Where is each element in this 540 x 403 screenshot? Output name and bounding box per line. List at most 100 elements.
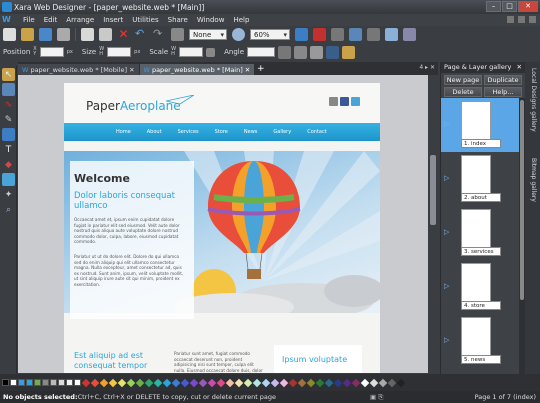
color-swatch[interactable] (189, 378, 199, 387)
color-swatch[interactable] (297, 378, 307, 387)
x-field[interactable] (39, 47, 64, 57)
page-item[interactable]: ▷ 1. index (441, 98, 519, 152)
delete-icon[interactable]: ✕ (117, 28, 130, 41)
publish-icon[interactable] (403, 28, 416, 41)
color-swatch[interactable] (81, 378, 91, 387)
pen-icon[interactable]: ✎ (2, 113, 15, 126)
nav-home[interactable]: Home (116, 129, 131, 135)
flip-icon[interactable] (294, 45, 308, 59)
menu-utilities[interactable]: Utilities (132, 16, 158, 24)
page-item[interactable]: ▷ 2. about (441, 152, 519, 206)
minimize-button[interactable]: – (486, 1, 501, 12)
color-swatch[interactable] (360, 378, 370, 387)
color-swatch[interactable] (58, 379, 65, 386)
color-swatch[interactable] (135, 378, 145, 387)
color-swatch[interactable] (306, 378, 316, 387)
page-thumbnail[interactable] (461, 317, 491, 357)
color-swatch[interactable] (270, 378, 280, 387)
color-swatch[interactable] (351, 378, 361, 387)
undo-icon[interactable]: ↶ (135, 28, 148, 41)
zoom-to-page-icon[interactable] (295, 28, 308, 41)
page-item[interactable]: ▷ 5. news (441, 314, 519, 368)
canvas-scroll-thumb[interactable] (430, 155, 436, 225)
web-properties-icon[interactable] (349, 28, 362, 41)
color-swatch[interactable] (369, 378, 379, 387)
color-swatch[interactable] (342, 378, 352, 387)
twitter-icon[interactable] (351, 97, 360, 106)
color-swatch[interactable] (396, 378, 406, 387)
scale-field[interactable] (179, 47, 204, 57)
doc-restore-icon[interactable] (518, 16, 525, 23)
local-designs-tab[interactable]: Local Designs gallery (528, 68, 537, 132)
duplicate-button[interactable]: Duplicate (484, 75, 522, 85)
facebook-icon[interactable] (340, 97, 349, 106)
copy-icon[interactable] (81, 28, 94, 41)
nav-services[interactable]: Services (178, 129, 199, 135)
color-swatch[interactable] (162, 378, 172, 387)
color-swatch[interactable] (99, 378, 109, 387)
color-swatch[interactable] (279, 378, 289, 387)
doc-close-icon[interactable] (529, 16, 536, 23)
color-swatch[interactable] (153, 378, 163, 387)
color-swatch[interactable] (333, 378, 343, 387)
new-document-icon[interactable] (3, 28, 16, 41)
page-thumbnail[interactable] (461, 263, 491, 303)
nav-store[interactable]: Store (215, 129, 228, 135)
menu-help[interactable]: Help (233, 16, 249, 24)
transparency-icon[interactable] (2, 173, 15, 186)
rotate-icon[interactable] (278, 45, 292, 59)
doc-minimize-icon[interactable] (507, 16, 514, 23)
import-icon[interactable] (57, 28, 70, 41)
angle-field[interactable] (247, 47, 276, 57)
page-thumbnail[interactable] (461, 209, 491, 249)
color-swatch[interactable] (252, 378, 262, 387)
open-folder-icon[interactable] (21, 28, 34, 41)
color-swatch[interactable] (198, 378, 208, 387)
delete-button[interactable]: Delete (444, 87, 482, 97)
color-swatch[interactable] (126, 378, 136, 387)
text-icon[interactable]: T (2, 143, 15, 156)
pencil-icon[interactable] (342, 45, 356, 59)
menu-window[interactable]: Window (197, 16, 225, 24)
color-swatch[interactable] (216, 378, 226, 387)
color-swatch[interactable] (387, 378, 397, 387)
expand-arrow-icon[interactable]: ▷ (444, 282, 449, 290)
nav-about[interactable]: About (147, 129, 162, 135)
tab-main-close-icon[interactable]: ✕ (245, 66, 250, 74)
bitmap-gallery-tab[interactable]: Bitmap gallery (528, 158, 537, 202)
quality-dropdown[interactable]: None (189, 29, 227, 41)
app-menu-icon[interactable]: W (2, 15, 14, 25)
color-swatch[interactable] (18, 379, 25, 386)
color-swatch[interactable] (117, 378, 127, 387)
page-item[interactable]: ▷ 4. store (441, 260, 519, 314)
color-swatch[interactable] (108, 378, 118, 387)
lock-aspect-icon[interactable] (206, 47, 216, 57)
color-swatch[interactable] (234, 378, 244, 387)
menu-arrange[interactable]: Arrange (66, 16, 94, 24)
color-swatch[interactable] (243, 378, 253, 387)
rectangle-icon[interactable] (2, 128, 15, 141)
shadow-icon[interactable]: ✦ (2, 188, 15, 201)
tab-mobile-close-icon[interactable]: ✕ (129, 66, 134, 74)
color-swatch[interactable] (10, 379, 17, 386)
save-icon[interactable] (39, 28, 52, 41)
nav-contact[interactable]: Contact (307, 129, 326, 135)
menu-insert[interactable]: Insert (103, 16, 123, 24)
paste-icon[interactable] (99, 28, 112, 41)
redo-icon[interactable]: ↷ (153, 28, 166, 41)
color-swatch[interactable] (144, 378, 154, 387)
add-tab-button[interactable]: + (255, 64, 266, 75)
selector-icon[interactable]: ↖ (2, 68, 15, 81)
color-swatch[interactable] (288, 378, 298, 387)
expand-arrow-icon[interactable]: ▷ (444, 120, 449, 128)
color-swatch[interactable] (315, 378, 325, 387)
tab-mobile[interactable]: Wpaper_website.web * [Mobile] ✕ (18, 64, 139, 75)
color-swatch[interactable] (90, 378, 100, 387)
color-swatch[interactable] (2, 379, 9, 386)
color-swatch[interactable] (42, 379, 49, 386)
link-icon[interactable] (367, 28, 380, 41)
color-swatch[interactable] (378, 378, 388, 387)
website-page[interactable]: PaperAeroplane Home About Services Store… (64, 83, 380, 373)
tabs-scroll-controls[interactable]: 4 ▸ ✕ (419, 64, 435, 71)
zoom-tool-icon[interactable]: ⌕ (2, 203, 15, 216)
